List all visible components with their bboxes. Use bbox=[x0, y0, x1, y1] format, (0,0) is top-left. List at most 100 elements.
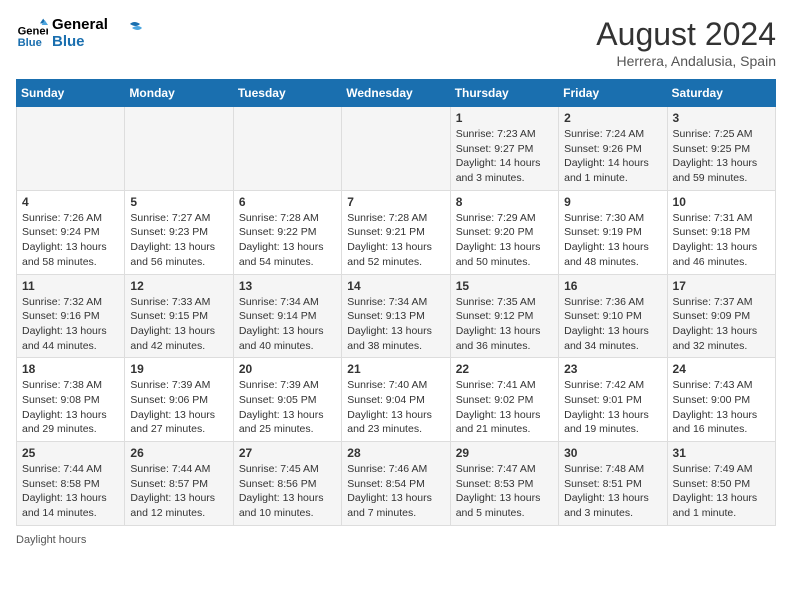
day-info: Sunrise: 7:34 AM Sunset: 9:14 PM Dayligh… bbox=[239, 295, 336, 354]
calendar-week-row: 1 Sunrise: 7:23 AM Sunset: 9:27 PM Daylig… bbox=[17, 107, 776, 191]
day-info: Sunrise: 7:24 AM Sunset: 9:26 PM Dayligh… bbox=[564, 127, 661, 186]
day-number: 22 bbox=[456, 362, 553, 376]
day-number: 24 bbox=[673, 362, 770, 376]
day-number: 14 bbox=[347, 279, 444, 293]
calendar-cell: 29 Sunrise: 7:47 AM Sunset: 8:53 PM Dayli… bbox=[450, 442, 558, 526]
day-number: 19 bbox=[130, 362, 227, 376]
calendar-cell: 17 Sunrise: 7:37 AM Sunset: 9:09 PM Dayli… bbox=[667, 274, 775, 358]
day-number: 4 bbox=[22, 195, 119, 209]
calendar-cell: 22 Sunrise: 7:41 AM Sunset: 9:02 PM Dayli… bbox=[450, 358, 558, 442]
day-number: 9 bbox=[564, 195, 661, 209]
day-number: 1 bbox=[456, 111, 553, 125]
calendar-cell: 6Sunrise: 7:28 AM Sunset: 9:22 PM Daylig… bbox=[233, 190, 341, 274]
calendar-cell: 4 Sunrise: 7:26 AM Sunset: 9:24 PM Daylig… bbox=[17, 190, 125, 274]
day-info: Sunrise: 7:39 AM Sunset: 9:06 PM Dayligh… bbox=[130, 378, 227, 437]
logo-icon: General Blue bbox=[16, 17, 48, 49]
day-info: Sunrise: 7:41 AM Sunset: 9:02 PM Dayligh… bbox=[456, 378, 553, 437]
day-number: 3 bbox=[673, 111, 770, 125]
calendar-cell: 3Sunrise: 7:25 AM Sunset: 9:25 PM Daylig… bbox=[667, 107, 775, 191]
calendar-cell: 25Sunrise: 7:44 AM Sunset: 8:58 PM Dayli… bbox=[17, 442, 125, 526]
day-info: Sunrise: 7:42 AM Sunset: 9:01 PM Dayligh… bbox=[564, 378, 661, 437]
day-info: Sunrise: 7:33 AM Sunset: 9:15 PM Dayligh… bbox=[130, 295, 227, 354]
calendar-cell: 2 Sunrise: 7:24 AM Sunset: 9:26 PM Daylig… bbox=[559, 107, 667, 191]
calendar-week-row: 11 Sunrise: 7:32 AM Sunset: 9:16 PM Dayli… bbox=[17, 274, 776, 358]
day-info: Sunrise: 7:44 AM Sunset: 8:57 PM Dayligh… bbox=[130, 462, 227, 521]
logo: General Blue General Blue bbox=[16, 16, 142, 50]
calendar-body: 1 Sunrise: 7:23 AM Sunset: 9:27 PM Daylig… bbox=[17, 107, 776, 526]
calendar-header: SundayMondayTuesdayWednesdayThursdayFrid… bbox=[17, 80, 776, 107]
calendar-cell: 21 Sunrise: 7:40 AM Sunset: 9:04 PM Dayli… bbox=[342, 358, 450, 442]
weekday-header-row: SundayMondayTuesdayWednesdayThursdayFrid… bbox=[17, 80, 776, 107]
day-info: Sunrise: 7:45 AM Sunset: 8:56 PM Dayligh… bbox=[239, 462, 336, 521]
day-number: 26 bbox=[130, 446, 227, 460]
day-info: Sunrise: 7:32 AM Sunset: 9:16 PM Dayligh… bbox=[22, 295, 119, 354]
calendar-cell: 19 Sunrise: 7:39 AM Sunset: 9:06 PM Dayli… bbox=[125, 358, 233, 442]
day-number: 17 bbox=[673, 279, 770, 293]
page-header: General Blue General Blue August 2024 He… bbox=[16, 16, 776, 69]
logo-general: General bbox=[52, 16, 108, 33]
calendar-cell: 16Sunrise: 7:36 AM Sunset: 9:10 PM Dayli… bbox=[559, 274, 667, 358]
calendar-week-row: 18Sunrise: 7:38 AM Sunset: 9:08 PM Dayli… bbox=[17, 358, 776, 442]
day-info: Sunrise: 7:27 AM Sunset: 9:23 PM Dayligh… bbox=[130, 211, 227, 270]
day-number: 30 bbox=[564, 446, 661, 460]
calendar-cell bbox=[17, 107, 125, 191]
calendar-cell: 9 Sunrise: 7:30 AM Sunset: 9:19 PM Daylig… bbox=[559, 190, 667, 274]
day-info: Sunrise: 7:23 AM Sunset: 9:27 PM Dayligh… bbox=[456, 127, 553, 186]
title-block: August 2024 Herrera, Andalusia, Spain bbox=[596, 16, 776, 69]
calendar-cell: 12 Sunrise: 7:33 AM Sunset: 9:15 PM Dayli… bbox=[125, 274, 233, 358]
day-info: Sunrise: 7:47 AM Sunset: 8:53 PM Dayligh… bbox=[456, 462, 553, 521]
day-number: 20 bbox=[239, 362, 336, 376]
calendar-cell: 11 Sunrise: 7:32 AM Sunset: 9:16 PM Dayli… bbox=[17, 274, 125, 358]
weekday-friday: Friday bbox=[559, 80, 667, 107]
day-number: 5 bbox=[130, 195, 227, 209]
day-info: Sunrise: 7:31 AM Sunset: 9:18 PM Dayligh… bbox=[673, 211, 770, 270]
day-number: 6 bbox=[239, 195, 336, 209]
calendar-week-row: 4 Sunrise: 7:26 AM Sunset: 9:24 PM Daylig… bbox=[17, 190, 776, 274]
day-number: 15 bbox=[456, 279, 553, 293]
day-number: 23 bbox=[564, 362, 661, 376]
day-number: 11 bbox=[22, 279, 119, 293]
calendar-cell: 15 Sunrise: 7:35 AM Sunset: 9:12 PM Dayli… bbox=[450, 274, 558, 358]
day-info: Sunrise: 7:35 AM Sunset: 9:12 PM Dayligh… bbox=[456, 295, 553, 354]
day-number: 7 bbox=[347, 195, 444, 209]
day-info: Sunrise: 7:46 AM Sunset: 8:54 PM Dayligh… bbox=[347, 462, 444, 521]
calendar-cell: 1 Sunrise: 7:23 AM Sunset: 9:27 PM Daylig… bbox=[450, 107, 558, 191]
day-info: Sunrise: 7:44 AM Sunset: 8:58 PM Dayligh… bbox=[22, 462, 119, 521]
day-info: Sunrise: 7:40 AM Sunset: 9:04 PM Dayligh… bbox=[347, 378, 444, 437]
day-info: Sunrise: 7:34 AM Sunset: 9:13 PM Dayligh… bbox=[347, 295, 444, 354]
day-info: Sunrise: 7:39 AM Sunset: 9:05 PM Dayligh… bbox=[239, 378, 336, 437]
weekday-wednesday: Wednesday bbox=[342, 80, 450, 107]
day-number: 21 bbox=[347, 362, 444, 376]
logo-blue: Blue bbox=[52, 33, 108, 50]
footer-note: Daylight hours bbox=[16, 534, 776, 546]
weekday-thursday: Thursday bbox=[450, 80, 558, 107]
page-title: August 2024 bbox=[596, 16, 776, 53]
day-number: 13 bbox=[239, 279, 336, 293]
day-info: Sunrise: 7:28 AM Sunset: 9:21 PM Dayligh… bbox=[347, 211, 444, 270]
weekday-tuesday: Tuesday bbox=[233, 80, 341, 107]
svg-text:General: General bbox=[18, 26, 48, 38]
calendar-cell: 10Sunrise: 7:31 AM Sunset: 9:18 PM Dayli… bbox=[667, 190, 775, 274]
calendar-cell: 26 Sunrise: 7:44 AM Sunset: 8:57 PM Dayli… bbox=[125, 442, 233, 526]
day-number: 8 bbox=[456, 195, 553, 209]
weekday-monday: Monday bbox=[125, 80, 233, 107]
day-info: Sunrise: 7:43 AM Sunset: 9:00 PM Dayligh… bbox=[673, 378, 770, 437]
weekday-sunday: Sunday bbox=[17, 80, 125, 107]
calendar-cell: 7 Sunrise: 7:28 AM Sunset: 9:21 PM Daylig… bbox=[342, 190, 450, 274]
footer-text: Daylight hours bbox=[16, 534, 86, 546]
day-info: Sunrise: 7:38 AM Sunset: 9:08 PM Dayligh… bbox=[22, 378, 119, 437]
day-number: 29 bbox=[456, 446, 553, 460]
day-number: 31 bbox=[673, 446, 770, 460]
day-info: Sunrise: 7:30 AM Sunset: 9:19 PM Dayligh… bbox=[564, 211, 661, 270]
day-number: 27 bbox=[239, 446, 336, 460]
day-info: Sunrise: 7:37 AM Sunset: 9:09 PM Dayligh… bbox=[673, 295, 770, 354]
calendar-cell bbox=[125, 107, 233, 191]
day-number: 2 bbox=[564, 111, 661, 125]
day-info: Sunrise: 7:26 AM Sunset: 9:24 PM Dayligh… bbox=[22, 211, 119, 270]
day-info: Sunrise: 7:48 AM Sunset: 8:51 PM Dayligh… bbox=[564, 462, 661, 521]
calendar-cell: 24 Sunrise: 7:43 AM Sunset: 9:00 PM Dayli… bbox=[667, 358, 775, 442]
calendar-cell: 28Sunrise: 7:46 AM Sunset: 8:54 PM Dayli… bbox=[342, 442, 450, 526]
day-number: 12 bbox=[130, 279, 227, 293]
calendar-cell: 23 Sunrise: 7:42 AM Sunset: 9:01 PM Dayli… bbox=[559, 358, 667, 442]
calendar-cell: 30 Sunrise: 7:48 AM Sunset: 8:51 PM Dayli… bbox=[559, 442, 667, 526]
